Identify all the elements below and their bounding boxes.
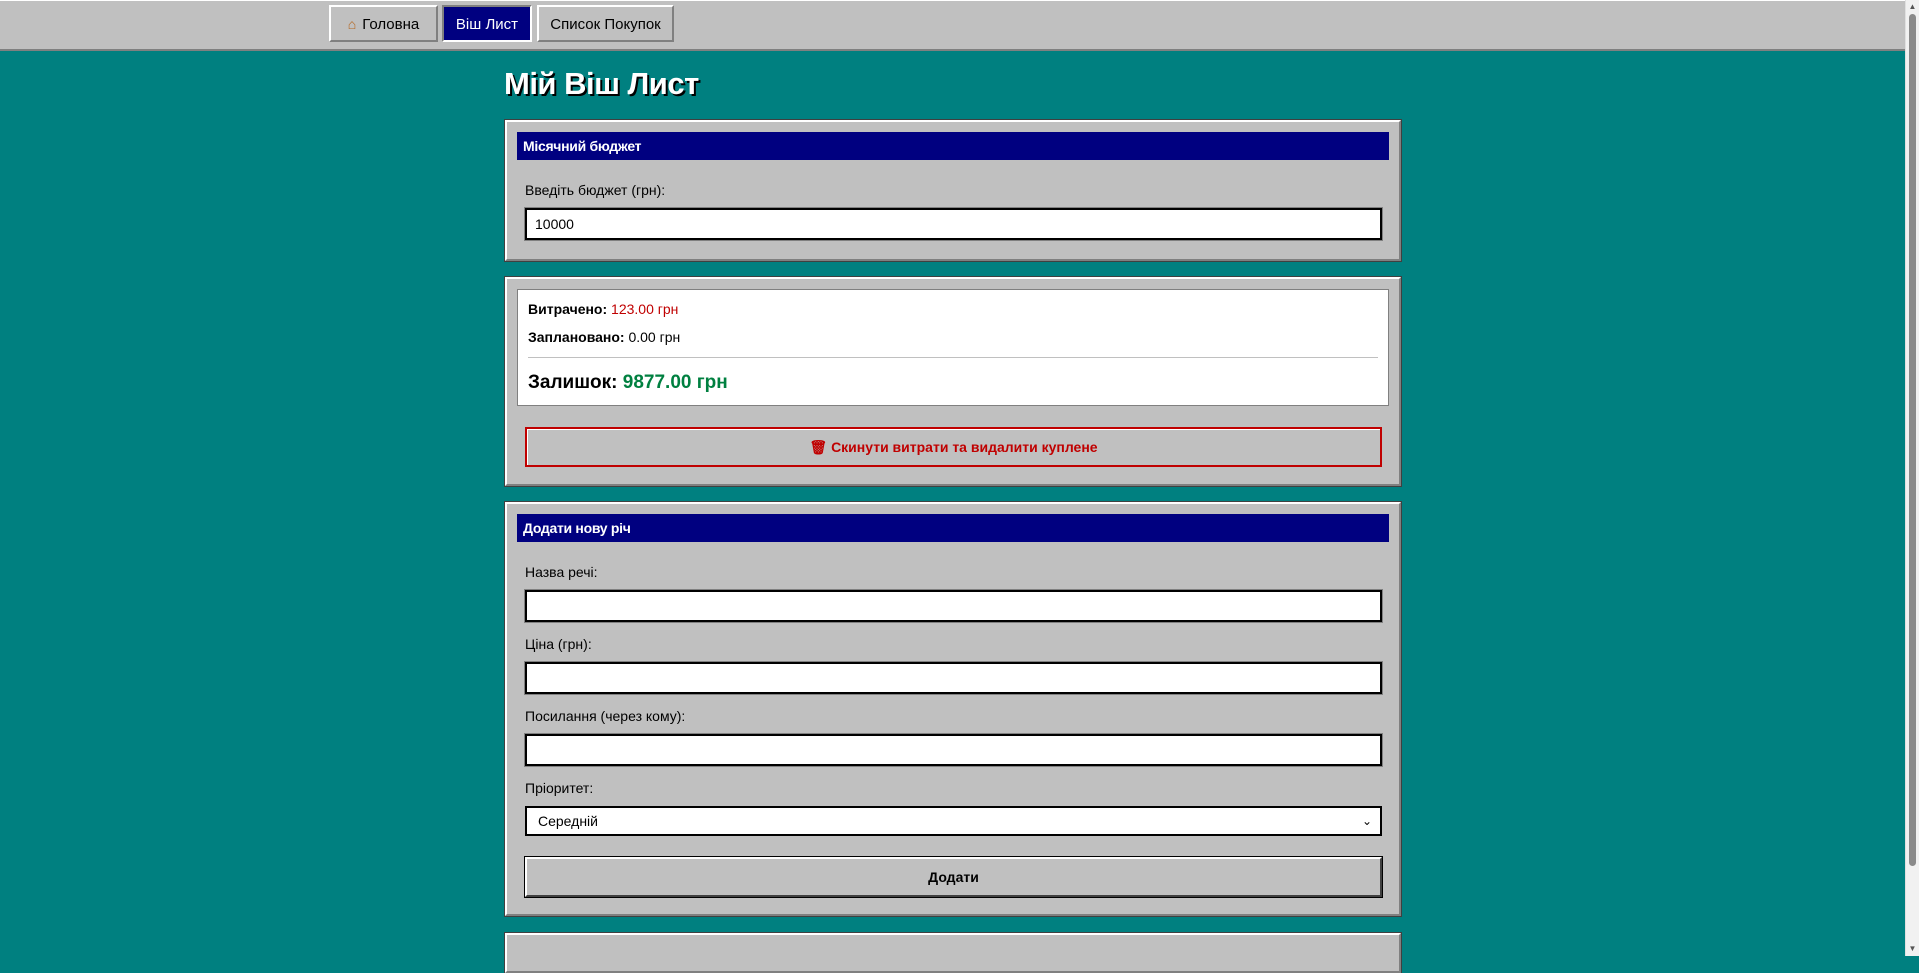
tab-shopping-list-label: Список Покупок: [550, 16, 661, 33]
budget-input[interactable]: [524, 207, 1383, 241]
item-name-input[interactable]: [524, 589, 1383, 623]
planned-line: Заплановано: 0.00 грн: [528, 329, 680, 345]
page-title: Мій Віш Лист: [504, 66, 699, 101]
add-item-button[interactable]: Додати: [524, 856, 1383, 898]
spent-value: 123.00 грн: [611, 301, 679, 317]
priority-selected-value: Середній: [538, 813, 598, 829]
summary-divider: [528, 357, 1378, 358]
house-icon: ⌂: [347, 16, 357, 32]
budget-panel-header: Місячний бюджет: [517, 132, 1389, 160]
planned-value: 0.00 грн: [628, 329, 681, 345]
tab-home-label: Головна: [362, 16, 420, 33]
tab-shopping-list[interactable]: Список Покупок: [537, 5, 674, 42]
link-label: Посилання (через кому):: [525, 708, 686, 724]
priority-label: Пріоритет:: [525, 780, 594, 796]
remaining-label: Залишок:: [528, 372, 618, 393]
top-navigation-bar: ⌂ Головна Віш Лист Список Покупок: [0, 0, 1906, 51]
summary-panel: Витрачено: 123.00 грн Заплановано: 0.00 …: [505, 277, 1401, 486]
scroll-thumb[interactable]: [1909, 14, 1916, 866]
page-scrollbar[interactable]: ▲ ▼: [1905, 0, 1919, 956]
add-item-panel: Додати нову річ Назва речі: Ціна (грн): …: [505, 502, 1401, 916]
priority-select[interactable]: Середній ⌄: [525, 806, 1382, 836]
price-input[interactable]: [524, 661, 1383, 695]
price-label: Ціна (грн):: [525, 636, 592, 652]
item-name-label: Назва речі:: [525, 564, 598, 580]
chevron-down-icon: ⌄: [1361, 814, 1372, 828]
remaining-line: Залишок: 9877.00 грн: [528, 372, 728, 394]
summary-box: Витрачено: 123.00 грн Заплановано: 0.00 …: [517, 289, 1389, 406]
scroll-up-icon[interactable]: ▲: [1908, 2, 1917, 12]
tab-wishlist[interactable]: Віш Лист: [442, 5, 532, 42]
budget-panel: Місячний бюджет Введіть бюджет (грн):: [505, 120, 1401, 261]
reset-expenses-button[interactable]: 🗑 Скинути витрати та видалити куплене: [525, 427, 1382, 467]
remaining-value: 9877.00 грн: [622, 372, 728, 393]
tab-wishlist-label: Віш Лист: [455, 16, 519, 33]
spent-label: Витрачено:: [528, 301, 608, 317]
next-panel: [505, 933, 1401, 973]
link-input[interactable]: [524, 733, 1383, 767]
add-item-panel-header: Додати нову річ: [517, 514, 1389, 542]
tab-home[interactable]: ⌂ Головна: [329, 5, 438, 42]
spent-line: Витрачено: 123.00 грн: [528, 301, 678, 317]
budget-label: Введіть бюджет (грн):: [525, 182, 666, 198]
scroll-down-icon[interactable]: ▼: [1908, 944, 1917, 954]
planned-label: Заплановано:: [528, 329, 625, 345]
